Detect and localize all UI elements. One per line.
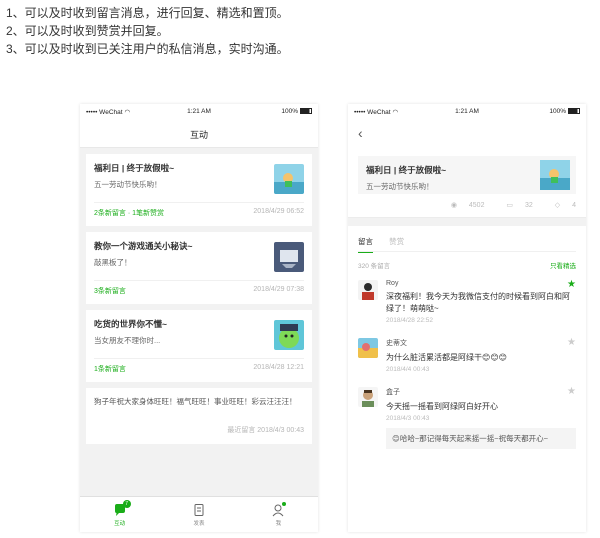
- intro-line-1: 1、可以及时收到留言消息，进行回复、精选和置顶。: [6, 6, 289, 20]
- article-meta: 2条新留言 · 1笔新赞赏 2018/4/29 06:52: [94, 202, 304, 218]
- new-comments-label[interactable]: 1条新留言: [94, 366, 126, 373]
- article-thumbnail: [274, 242, 304, 272]
- bottom-tab-bar: 7 互动 发表 我: [80, 496, 318, 532]
- tab-publish[interactable]: 发表: [159, 497, 238, 532]
- star-icon[interactable]: ★: [567, 338, 576, 348]
- nav-bar: 互动: [80, 120, 318, 148]
- article-card[interactable]: 福利日 | 终于放假啦~ 五一劳动节快乐哟！ 2条新留言 · 1笔新赞赏 201…: [86, 154, 312, 226]
- tab-interaction[interactable]: 7 互动: [80, 497, 159, 532]
- eye-icon: ◉: [450, 202, 457, 209]
- article-subtitle: 五一劳动节快乐哟！: [94, 180, 162, 189]
- comment-item[interactable]: 盒子 今天摇一摇看到阿绿阿白好开心 2018/4/3 00:43 ★ 😊哈哈~那…: [358, 387, 576, 449]
- article-card[interactable]: 吃货的世界你不懂~ 当女朋友不理你时... 1条新留言 2018/4/28 12…: [86, 310, 312, 382]
- like-icon: ◇: [554, 202, 561, 209]
- comment-text: 为什么脏活累活都是阿绿干😊😊😊: [386, 353, 508, 362]
- back-icon[interactable]: ‹: [358, 126, 363, 140]
- article-title: 吃货的世界你不懂~: [94, 319, 167, 329]
- phone-interaction-list: ••••• WeChat ◠ 1:21 AM 100% 互动 福利日 | 终于放…: [80, 104, 318, 532]
- phone-comment-detail: ••••• WeChat ◠ 1:21 AM 100% ‹ 福利日 | 终于放假…: [348, 104, 586, 532]
- comment-date: 2018/4/28 22:52: [386, 317, 433, 324]
- battery-icon: [568, 108, 580, 114]
- status-bar: ••••• WeChat ◠ 1:21 AM 100%: [348, 104, 586, 120]
- author-reply: 😊哈哈~那记得每天起来摇一摇~祝每天都开心~: [386, 428, 576, 449]
- avatar: [358, 280, 378, 300]
- tab-label: 发表: [193, 521, 205, 527]
- text-post-card[interactable]: 狗子年祝大家身体旺旺！福气旺旺！事业旺旺！彩云汪汪汪！ 最近留言 2018/4/…: [86, 388, 312, 444]
- article-stats: ◉ 4502 ▭ 32 ◇ 4: [431, 201, 576, 209]
- comments-stat: ▭ 32: [506, 202, 533, 209]
- intro-line-2: 2、可以及时收到赞赏并回复。: [6, 24, 169, 38]
- article-title: 教你一个游戏通关小秘诀~: [94, 241, 193, 251]
- article-subtitle: 敲黑板了！: [94, 258, 132, 267]
- tab-label: 我: [275, 521, 282, 527]
- comment-icon: ▭: [506, 202, 514, 209]
- comment-item[interactable]: Roy 深夜福利！我今天为我微信支付的时候看到阿白和阿绿了！萌萌哒~ 2018/…: [358, 280, 576, 324]
- battery-icon: [300, 108, 312, 114]
- likes-stat: ◇ 4: [554, 202, 576, 209]
- avatar: [358, 338, 378, 358]
- commenter-name: 盒子: [386, 389, 400, 396]
- article-thumbnail: [540, 160, 570, 190]
- article-date: 2018/4/29 07:38: [253, 286, 304, 293]
- article-summary[interactable]: 福利日 | 终于放假啦~ 五一劳动节快乐哟！ ◉ 4502 ▭ 32 ◇ 4: [348, 148, 586, 218]
- document-icon: [192, 503, 206, 517]
- intro-line-3: 3、可以及时收到已关注用户的私信消息，实时沟通。: [6, 42, 289, 56]
- views-stat: ◉ 4502: [450, 202, 485, 209]
- star-icon[interactable]: ★: [567, 387, 576, 397]
- comments-panel: 留言 赞赏 320 条留言 只看精选 Roy 深夜福利！我今天为我微信支付的时候…: [348, 226, 586, 532]
- chat-bubble-icon: 7: [113, 500, 131, 517]
- article-date: 2018/4/28 12:21: [253, 364, 304, 371]
- commenter-name: 史蒂文: [386, 340, 407, 347]
- battery-label: 100%: [281, 108, 312, 115]
- featured-only-toggle[interactable]: 只看精选: [550, 260, 576, 270]
- comment-text: 深夜福利！我今天为我微信支付的时候看到阿白和阿绿了！萌萌哒~: [386, 292, 570, 313]
- nav-bar: ‹: [348, 120, 586, 148]
- comment-tabs: 留言 赞赏: [358, 226, 576, 253]
- article-meta: 3条新留言 2018/4/29 07:38: [94, 280, 304, 296]
- comment-item[interactable]: 史蒂文 为什么脏活累活都是阿绿干😊😊😊 2018/4/4 00:43 ★: [358, 338, 576, 373]
- tab-me[interactable]: 我: [239, 497, 318, 532]
- recent-comment-date: 最近留言 2018/4/3 00:43: [227, 427, 304, 434]
- comment-count-row: 320 条留言 只看精选: [358, 252, 576, 270]
- battery-label: 100%: [549, 108, 580, 115]
- avatar: [358, 387, 378, 407]
- article-title: 福利日 | 终于放假啦~: [366, 165, 447, 175]
- comment-date: 2018/4/4 00:43: [386, 366, 430, 373]
- comment-date: 2018/4/3 00:43: [386, 415, 430, 422]
- article-title: 福利日 | 终于放假啦~: [94, 163, 175, 173]
- article-subtitle: 当女朋友不理你时...: [94, 336, 161, 345]
- intro-text: 1、可以及时收到留言消息，进行回复、精选和置顶。 2、可以及时收到赞赏并回复。 …: [6, 4, 289, 58]
- person-icon: [271, 502, 287, 517]
- article-thumbnail: [274, 320, 304, 350]
- star-icon[interactable]: ★: [567, 280, 576, 290]
- comment-count: 320 条留言: [358, 263, 391, 270]
- article-meta: 1条新留言 2018/4/28 12:21: [94, 358, 304, 374]
- article-preview: 福利日 | 终于放假啦~ 五一劳动节快乐哟！: [358, 156, 576, 194]
- status-bar: ••••• WeChat ◠ 1:21 AM 100%: [80, 104, 318, 120]
- page-title: 互动: [189, 130, 208, 140]
- article-card[interactable]: 教你一个游戏通关小秘诀~ 敲黑板了！ 3条新留言 2018/4/29 07:38: [86, 232, 312, 304]
- unread-badge: 7: [122, 500, 131, 508]
- new-comments-label[interactable]: 2条新留言 · 1笔新赞赏: [94, 210, 164, 217]
- tab-label: 互动: [114, 521, 126, 527]
- article-subtitle: 五一劳动节快乐哟！: [366, 182, 434, 191]
- new-comments-label[interactable]: 3条新留言: [94, 288, 126, 295]
- text-post-body: 狗子年祝大家身体旺旺！福气旺旺！事业旺旺！彩云汪汪汪！: [94, 397, 297, 406]
- comment-text: 今天摇一摇看到阿绿阿白好开心: [386, 402, 498, 411]
- text-post-meta: 最近留言 2018/4/3 00:43: [94, 420, 304, 436]
- notification-dot: [282, 502, 287, 506]
- article-thumbnail: [274, 164, 304, 194]
- tab-rewards[interactable]: 赞赏: [389, 236, 404, 247]
- article-date: 2018/4/29 06:52: [253, 208, 304, 215]
- commenter-name: Roy: [386, 280, 399, 287]
- tab-comments[interactable]: 留言: [358, 236, 373, 253]
